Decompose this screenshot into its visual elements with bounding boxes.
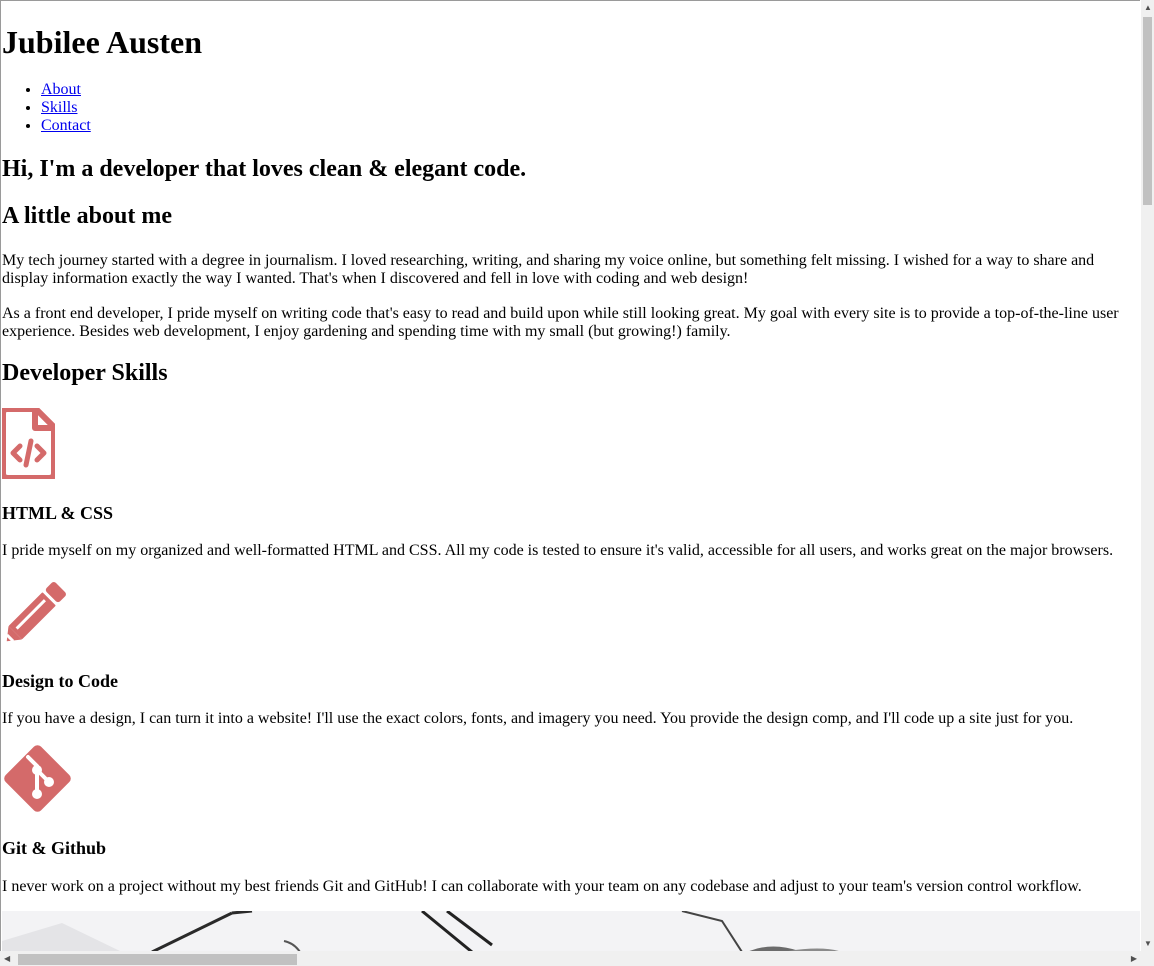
skill-description: If you have a design, I can turn it into… bbox=[2, 710, 1074, 727]
nav-item-about: About bbox=[41, 81, 91, 99]
file-code-icon bbox=[2, 408, 55, 479]
pencil-icon bbox=[5, 582, 66, 643]
skill-description: I never work on a project without my bes… bbox=[2, 878, 1082, 895]
nav-link-about[interactable]: About bbox=[41, 81, 81, 98]
skill-title: Design to Code bbox=[2, 671, 118, 691]
hero-headline: Hi, I'm a developer that loves clean & e… bbox=[2, 156, 527, 182]
nav-link-skills[interactable]: Skills bbox=[41, 99, 77, 116]
scroll-left-icon[interactable]: ◀ bbox=[4, 954, 10, 963]
nav-link-contact[interactable]: Contact bbox=[41, 117, 91, 134]
scroll-up-icon[interactable]: ▲ bbox=[1144, 3, 1152, 12]
scroll-right-icon[interactable]: ▶ bbox=[1131, 954, 1137, 963]
skill-title: HTML & CSS bbox=[2, 503, 114, 523]
site-title: Jubilee Austen bbox=[2, 24, 203, 60]
skills-title: Developer Skills bbox=[2, 360, 168, 386]
horizontal-scroll-thumb[interactable] bbox=[18, 954, 297, 965]
git-icon bbox=[4, 745, 71, 812]
skill-description: I pride myself on my organized and well-… bbox=[2, 542, 1114, 559]
nav-item-skills: Skills bbox=[41, 99, 91, 117]
main-nav: About Skills Contact bbox=[1, 81, 91, 135]
about-paragraph: My tech journey started with a degree in… bbox=[2, 252, 1095, 287]
keyboard-photo bbox=[2, 911, 1140, 951]
scroll-down-icon[interactable]: ▼ bbox=[1144, 939, 1152, 948]
about-paragraph: As a front end developer, I pride myself… bbox=[2, 305, 1119, 340]
vertical-scrollbar[interactable]: ▲ ▼ bbox=[1141, 0, 1154, 951]
contact-background-image bbox=[2, 911, 1140, 951]
nav-item-contact: Contact bbox=[41, 117, 91, 135]
scrollbar-corner bbox=[1141, 951, 1154, 966]
vertical-scroll-thumb[interactable] bbox=[1143, 17, 1152, 205]
about-title: A little about me bbox=[2, 203, 172, 229]
horizontal-scrollbar[interactable]: ◀ ▶ bbox=[0, 951, 1141, 966]
skill-title: Git & Github bbox=[2, 838, 107, 858]
browser-viewport: Jubilee Austen About Skills Contact Hi, … bbox=[0, 0, 1140, 951]
